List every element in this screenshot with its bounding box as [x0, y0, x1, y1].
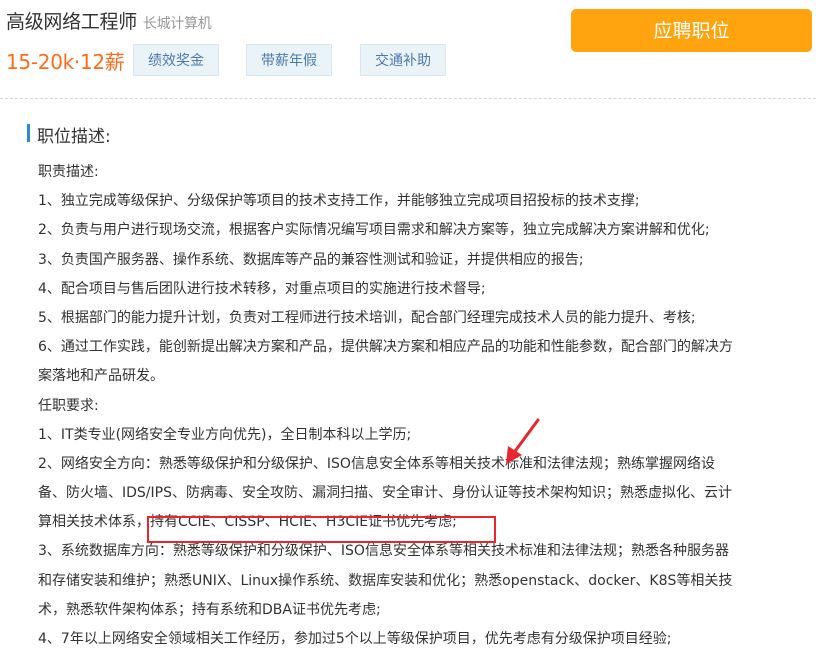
description-line: 1、IT类专业(网络安全专业方向优先)，全日制本科以上学历; [38, 426, 412, 443]
benefit-tag: 交通补助 [360, 44, 446, 76]
company-name[interactable]: 长城计算机 [143, 16, 212, 32]
job-description: 职责描述: 1、独立完成等级保护、分级保护等项目的技术支持工作，并能够独立完成项… [38, 158, 790, 654]
divider [0, 98, 816, 99]
description-line: 5、根据部门的能力提升计划，负责对工程师进行技术培训，配合部门经理完成技术人员的… [38, 309, 696, 326]
description-line: 6、通过工作实践，能创新提出解决方案和产品，提供解决方案和相应产品的功能和性能参… [38, 339, 733, 356]
job-title-row: 高级网络工程师 长城计算机 [6, 7, 212, 34]
description-line: 3、负责国产服务器、操作系统、数据库等产品的兼容性测试和验证，并提供相应的报告; [38, 251, 584, 268]
description-line: 任职要求: [38, 397, 99, 414]
job-header: 高级网络工程师 长城计算机 15-20k·12薪 绩效奖金 带薪年假 交通补助 应… [0, 0, 816, 92]
section-accent-bar [27, 124, 30, 142]
description-line: 职责描述: [38, 164, 99, 180]
benefit-tag: 绩效奖金 [133, 44, 219, 76]
description-line: 4、7年以上网络安全领域相关工作经历，参加过5个以上等级保护项目，优先考虑有分级… [38, 631, 672, 647]
apply-button[interactable]: 应聘职位 [571, 9, 812, 52]
description-line: 术，熟悉软件架构体系；持有系统和DBA证书优先考虑; [38, 601, 381, 618]
description-line: 2、网络安全方向：熟悉等级保护和分级保护、ISO信息安全体系等相关技术标准和法律… [38, 455, 715, 472]
salary: 15-20k·12薪 [6, 50, 125, 74]
certification-highlight-box [147, 516, 496, 543]
description-line: 案落地和产品研发。 [38, 368, 164, 385]
description-line: 备、防火墙、IDS/IPS、防病毒、安全攻防、漏洞扫描、安全审计、身份认证等技术… [38, 485, 732, 502]
description-line: 和存储安装和维护；熟悉UNIX、Linux操作系统、数据库安装和优化；熟悉ope… [38, 572, 733, 589]
job-title: 高级网络工程师 [6, 11, 137, 33]
benefit-tag: 带薪年假 [246, 44, 332, 76]
description-line: 4、配合项目与售后团队进行技术转移，对重点项目的实施进行技术督导; [38, 280, 486, 297]
section-title: 职位描述: [37, 127, 111, 147]
description-line: 2、负责与用户进行现场交流，根据客户实际情况编写项目需求和解决方案等，独立完成解… [38, 222, 710, 239]
description-line: 1、独立完成等级保护、分级保护等项目的技术支持工作，并能够独立完成项目招投标的技… [38, 193, 640, 210]
annotation-arrow-icon [506, 418, 540, 464]
